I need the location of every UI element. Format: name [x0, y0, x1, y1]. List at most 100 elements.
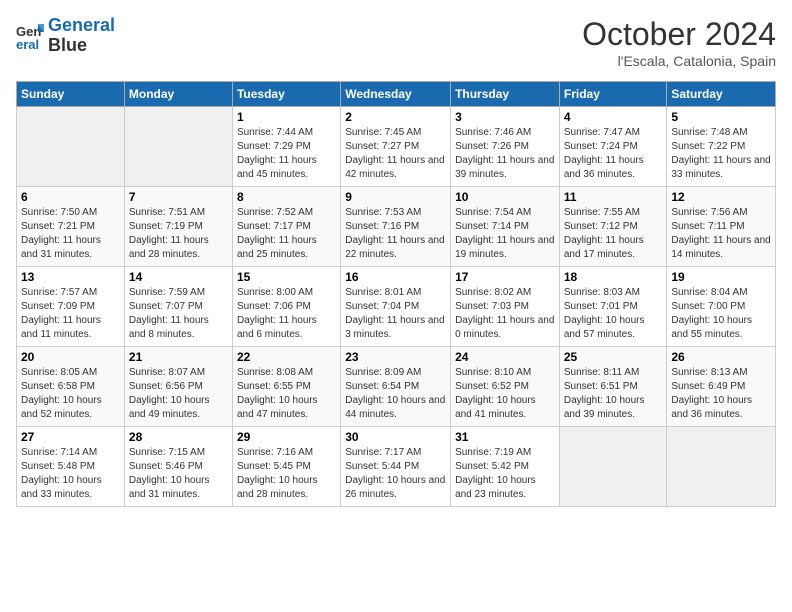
day-info: Sunrise: 7:59 AM Sunset: 7:07 PM Dayligh… [129, 286, 228, 342]
column-header-sunday: Sunday [17, 82, 125, 107]
day-info: Sunrise: 7:50 AM Sunset: 7:21 PM Dayligh… [21, 206, 120, 262]
day-number: 30 [345, 430, 446, 444]
day-info: Sunrise: 8:05 AM Sunset: 6:58 PM Dayligh… [21, 366, 120, 422]
day-info: Sunrise: 8:07 AM Sunset: 6:56 PM Dayligh… [129, 366, 228, 422]
day-number: 7 [129, 190, 228, 204]
day-cell: 22Sunrise: 8:08 AM Sunset: 6:55 PM Dayli… [232, 347, 340, 427]
day-cell: 13 Sunrise: 7:57 AM Sunset: 7:09 PM Dayli… [17, 267, 125, 347]
day-cell [124, 107, 232, 187]
day-cell [667, 427, 776, 507]
column-header-thursday: Thursday [451, 82, 560, 107]
day-info: Sunrise: 8:08 AM Sunset: 6:55 PM Dayligh… [237, 366, 336, 422]
day-number: 16 [345, 270, 446, 284]
day-info: Sunrise: 7:17 AM Sunset: 5:44 PM Dayligh… [345, 446, 446, 502]
day-number: 21 [129, 350, 228, 364]
day-cell: 3Sunrise: 7:46 AM Sunset: 7:26 PM Daylig… [451, 107, 560, 187]
day-cell: 7 Sunrise: 7:51 AM Sunset: 7:19 PM Daylig… [124, 187, 232, 267]
day-cell: 10 Sunrise: 7:54 AM Sunset: 7:14 PM Dayli… [451, 187, 560, 267]
day-info: Sunrise: 8:01 AM Sunset: 7:04 PM Dayligh… [345, 286, 446, 342]
day-cell: 30 Sunrise: 7:17 AM Sunset: 5:44 PM Dayli… [341, 427, 451, 507]
day-info: Sunrise: 7:16 AM Sunset: 5:45 PM Dayligh… [237, 446, 336, 502]
week-row-4: 20Sunrise: 8:05 AM Sunset: 6:58 PM Dayli… [17, 347, 776, 427]
day-cell: 17 Sunrise: 8:02 AM Sunset: 7:03 PM Dayli… [451, 267, 560, 347]
day-info: Sunrise: 7:56 AM Sunset: 7:11 PM Dayligh… [671, 206, 771, 262]
day-cell: 6 Sunrise: 7:50 AM Sunset: 7:21 PM Daylig… [17, 187, 125, 267]
header-row: SundayMondayTuesdayWednesdayThursdayFrid… [17, 82, 776, 107]
day-info: Sunrise: 7:52 AM Sunset: 7:17 PM Dayligh… [237, 206, 336, 262]
day-cell: 23Sunrise: 8:09 AM Sunset: 6:54 PM Dayli… [341, 347, 451, 427]
day-cell: 12Sunrise: 7:56 AM Sunset: 7:11 PM Dayli… [667, 187, 776, 267]
day-number: 9 [345, 190, 446, 204]
day-cell: 1 Sunrise: 7:44 AM Sunset: 7:29 PM Daylig… [232, 107, 340, 187]
day-number: 25 [564, 350, 663, 364]
day-info: Sunrise: 8:02 AM Sunset: 7:03 PM Dayligh… [455, 286, 555, 342]
week-row-2: 6 Sunrise: 7:50 AM Sunset: 7:21 PM Daylig… [17, 187, 776, 267]
day-number: 24 [455, 350, 555, 364]
day-cell: 16 Sunrise: 8:01 AM Sunset: 7:04 PM Dayli… [341, 267, 451, 347]
day-info: Sunrise: 7:15 AM Sunset: 5:46 PM Dayligh… [129, 446, 228, 502]
day-info: Sunrise: 8:04 AM Sunset: 7:00 PM Dayligh… [671, 286, 771, 342]
day-cell: 31 Sunrise: 7:19 AM Sunset: 5:42 PM Dayli… [451, 427, 560, 507]
day-info: Sunrise: 7:51 AM Sunset: 7:19 PM Dayligh… [129, 206, 228, 262]
column-header-saturday: Saturday [667, 82, 776, 107]
day-info: Sunrise: 7:47 AM Sunset: 7:24 PM Dayligh… [564, 126, 663, 182]
column-header-friday: Friday [559, 82, 667, 107]
day-cell: 8 Sunrise: 7:52 AM Sunset: 7:17 PM Daylig… [232, 187, 340, 267]
day-info: Sunrise: 7:44 AM Sunset: 7:29 PM Dayligh… [237, 126, 336, 182]
day-cell: 20Sunrise: 8:05 AM Sunset: 6:58 PM Dayli… [17, 347, 125, 427]
logo-line1: General [48, 16, 115, 36]
logo: Gen eral General Blue [16, 16, 115, 56]
day-cell: 21 Sunrise: 8:07 AM Sunset: 6:56 PM Dayli… [124, 347, 232, 427]
svg-text:eral: eral [16, 37, 39, 50]
day-number: 27 [21, 430, 120, 444]
day-cell: 27 Sunrise: 7:14 AM Sunset: 5:48 PM Dayli… [17, 427, 125, 507]
day-info: Sunrise: 7:46 AM Sunset: 7:26 PM Dayligh… [455, 126, 555, 182]
calendar-title: October 2024 [582, 16, 776, 53]
day-info: Sunrise: 8:00 AM Sunset: 7:06 PM Dayligh… [237, 286, 336, 342]
day-info: Sunrise: 7:14 AM Sunset: 5:48 PM Dayligh… [21, 446, 120, 502]
day-cell: 29 Sunrise: 7:16 AM Sunset: 5:45 PM Dayli… [232, 427, 340, 507]
day-cell: 24Sunrise: 8:10 AM Sunset: 6:52 PM Dayli… [451, 347, 560, 427]
day-cell: 25Sunrise: 8:11 AM Sunset: 6:51 PM Dayli… [559, 347, 667, 427]
day-cell: 14 Sunrise: 7:59 AM Sunset: 7:07 PM Dayli… [124, 267, 232, 347]
day-cell: 26 Sunrise: 8:13 AM Sunset: 6:49 PM Dayli… [667, 347, 776, 427]
day-number: 29 [237, 430, 336, 444]
column-header-wednesday: Wednesday [341, 82, 451, 107]
day-cell: 28Sunrise: 7:15 AM Sunset: 5:46 PM Dayli… [124, 427, 232, 507]
week-row-1: 1 Sunrise: 7:44 AM Sunset: 7:29 PM Daylig… [17, 107, 776, 187]
day-info: Sunrise: 8:03 AM Sunset: 7:01 PM Dayligh… [564, 286, 663, 342]
day-cell: 19Sunrise: 8:04 AM Sunset: 7:00 PM Dayli… [667, 267, 776, 347]
day-number: 8 [237, 190, 336, 204]
day-info: Sunrise: 7:19 AM Sunset: 5:42 PM Dayligh… [455, 446, 555, 502]
title-block: October 2024 l'Escala, Catalonia, Spain [582, 16, 776, 69]
day-cell: 9 Sunrise: 7:53 AM Sunset: 7:16 PM Daylig… [341, 187, 451, 267]
day-info: Sunrise: 7:57 AM Sunset: 7:09 PM Dayligh… [21, 286, 120, 342]
day-cell: 2Sunrise: 7:45 AM Sunset: 7:27 PM Daylig… [341, 107, 451, 187]
day-number: 1 [237, 110, 336, 124]
logo-icon: Gen eral [16, 22, 44, 50]
column-header-monday: Monday [124, 82, 232, 107]
day-number: 5 [671, 110, 771, 124]
day-number: 13 [21, 270, 120, 284]
calendar-subtitle: l'Escala, Catalonia, Spain [582, 53, 776, 69]
day-number: 14 [129, 270, 228, 284]
week-row-3: 13 Sunrise: 7:57 AM Sunset: 7:09 PM Dayli… [17, 267, 776, 347]
day-number: 11 [564, 190, 663, 204]
day-number: 10 [455, 190, 555, 204]
day-cell: 18 Sunrise: 8:03 AM Sunset: 7:01 PM Dayli… [559, 267, 667, 347]
day-number: 6 [21, 190, 120, 204]
week-row-5: 27 Sunrise: 7:14 AM Sunset: 5:48 PM Dayli… [17, 427, 776, 507]
day-number: 17 [455, 270, 555, 284]
day-cell: 5Sunrise: 7:48 AM Sunset: 7:22 PM Daylig… [667, 107, 776, 187]
day-number: 31 [455, 430, 555, 444]
calendar-table: SundayMondayTuesdayWednesdayThursdayFrid… [16, 81, 776, 507]
day-number: 26 [671, 350, 771, 364]
day-cell: 15 Sunrise: 8:00 AM Sunset: 7:06 PM Dayli… [232, 267, 340, 347]
day-number: 15 [237, 270, 336, 284]
day-info: Sunrise: 7:54 AM Sunset: 7:14 PM Dayligh… [455, 206, 555, 262]
column-header-tuesday: Tuesday [232, 82, 340, 107]
day-number: 18 [564, 270, 663, 284]
day-info: Sunrise: 7:53 AM Sunset: 7:16 PM Dayligh… [345, 206, 446, 262]
day-info: Sunrise: 8:13 AM Sunset: 6:49 PM Dayligh… [671, 366, 771, 422]
day-number: 2 [345, 110, 446, 124]
